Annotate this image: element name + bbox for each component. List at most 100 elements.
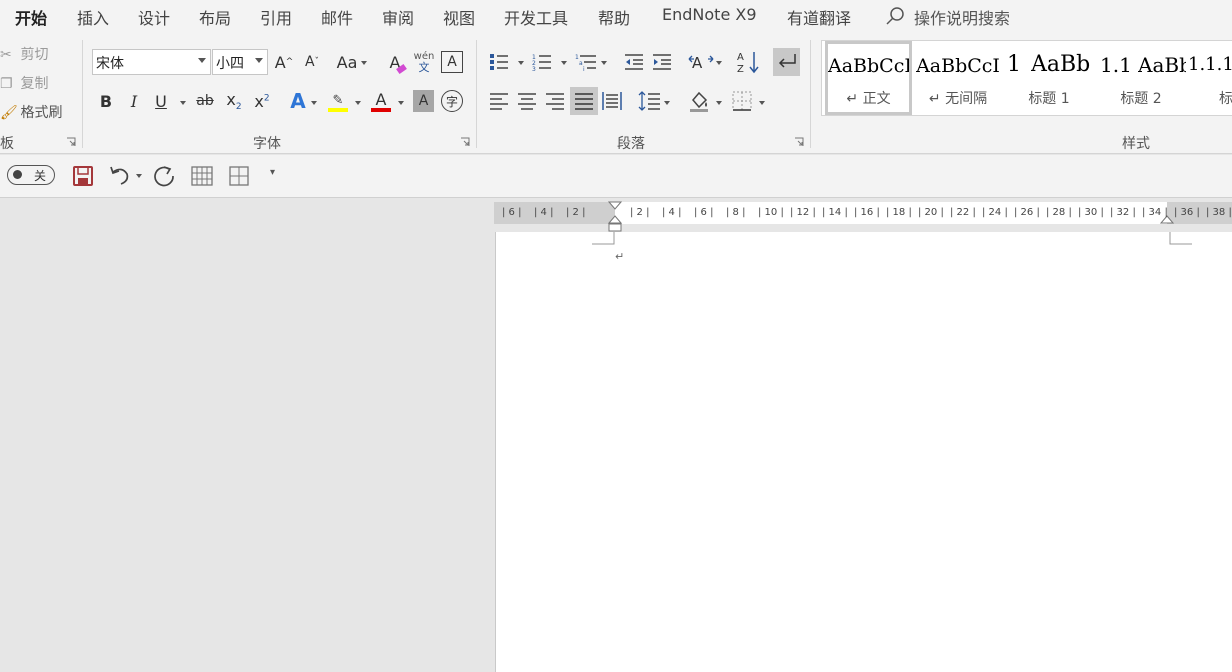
chevron-down-icon[interactable] <box>518 61 524 65</box>
customize-toolbar-icon[interactable]: ▾ <box>270 167 275 178</box>
style-heading-3[interactable]: 1.1.1 标题 <box>1188 41 1232 115</box>
superscript-button[interactable]: x2 <box>251 89 273 113</box>
tab-mailings[interactable]: 邮件 <box>321 5 353 29</box>
chevron-down-icon[interactable] <box>759 101 765 105</box>
style-heading-2[interactable]: 1.1 AaBb 标题 2 <box>1096 41 1186 115</box>
style-name: 标题 2 <box>1120 91 1162 107</box>
tell-me-search[interactable]: 操作说明搜索 <box>914 5 1010 29</box>
chevron-down-icon[interactable] <box>136 174 142 178</box>
change-case-icon: Aa <box>336 52 358 72</box>
font-size-combo[interactable]: 小四 <box>212 49 268 75</box>
undo-icon[interactable] <box>108 164 132 188</box>
clipboard-group-label: 板 <box>0 136 14 152</box>
first-line-indent-marker[interactable] <box>608 201 622 212</box>
chevron-down-icon[interactable] <box>398 101 404 105</box>
font-name-combo[interactable]: 宋体 <box>92 49 211 75</box>
tab-endnote[interactable]: EndNote X9 <box>662 5 757 24</box>
table-layout-icon[interactable] <box>227 164 251 188</box>
style-no-spacing[interactable]: AaBbCcI ↵ 无间隔 <box>914 41 1002 115</box>
chevron-down-icon[interactable] <box>601 61 607 65</box>
enclose-characters-button[interactable]: 字 <box>441 90 463 112</box>
svg-text:i: i <box>583 66 585 73</box>
subscript-button[interactable]: x2 <box>223 89 245 113</box>
sort-icon[interactable]: AZ <box>736 49 760 75</box>
character-border-button[interactable]: A <box>441 51 463 73</box>
redo-icon[interactable] <box>152 164 178 190</box>
chevron-down-icon[interactable] <box>311 101 317 105</box>
underline-button[interactable]: U <box>151 89 171 113</box>
group-separator <box>476 40 477 148</box>
hanging-indent-marker[interactable] <box>608 214 622 232</box>
paragraph-shading-icon[interactable] <box>687 88 713 114</box>
save-icon[interactable] <box>71 164 95 188</box>
italic-button[interactable]: I <box>124 89 144 113</box>
line-spacing-icon[interactable] <box>638 89 662 113</box>
shrink-font-button[interactable]: Aˇ <box>301 50 323 74</box>
numbering-icon[interactable]: 123 <box>531 50 553 74</box>
ruler-tick-label: | 4 | <box>662 207 682 218</box>
chevron-down-icon[interactable] <box>361 61 367 65</box>
bullets-icon[interactable] <box>488 50 510 74</box>
clear-formatting-button[interactable]: A <box>383 50 407 75</box>
tab-design[interactable]: 设计 <box>138 5 170 29</box>
style-normal[interactable]: AaBbCcI ↵ 正文 <box>825 41 912 115</box>
ruler-tick-label: | 2 | <box>630 207 650 218</box>
tab-help[interactable]: 帮助 <box>598 5 630 29</box>
tab-developer[interactable]: 开发工具 <box>504 5 568 29</box>
chevron-down-icon[interactable] <box>355 101 361 105</box>
text-effects-button[interactable]: A <box>287 88 309 114</box>
highlight-color-button[interactable]: ✎ <box>326 89 350 115</box>
borders-icon[interactable] <box>730 89 754 113</box>
ruler-tick-label: | 6 | <box>502 207 522 218</box>
margin-corner-top-left <box>592 232 615 245</box>
cut-label: 剪切 <box>20 47 49 63</box>
tab-view[interactable]: 视图 <box>443 5 475 29</box>
chevron-down-icon[interactable] <box>180 101 186 105</box>
tab-review[interactable]: 审阅 <box>382 5 414 29</box>
clipboard-launcher-icon[interactable] <box>66 137 76 147</box>
search-icon[interactable] <box>885 6 905 26</box>
tab-references[interactable]: 引用 <box>260 5 292 29</box>
toggle-knob <box>13 170 22 179</box>
format-painter-button[interactable]: 🖌 格式刷 <box>0 102 62 122</box>
increase-indent-icon[interactable] <box>651 50 673 74</box>
table-grid-icon[interactable] <box>190 164 214 188</box>
chevron-down-icon[interactable] <box>716 101 722 105</box>
copy-button[interactable]: ❐ 复制 <box>0 73 48 93</box>
style-heading-1[interactable]: 1 AaBb 标题 1 <box>1004 41 1094 115</box>
phonetic-guide-button[interactable]: wén 文 <box>413 48 435 76</box>
show-paragraph-marks-button[interactable] <box>773 48 800 76</box>
font-color-button[interactable]: A <box>369 88 393 116</box>
chevron-down-icon[interactable] <box>716 61 722 65</box>
style-preview: AaBbCcI <box>828 55 909 77</box>
tab-layout[interactable]: 布局 <box>199 5 231 29</box>
change-case-button[interactable]: Aa <box>335 50 359 74</box>
margin-corner-top-right <box>1169 232 1192 245</box>
align-right-icon[interactable] <box>544 89 566 113</box>
paragraph-launcher-icon[interactable] <box>794 137 804 147</box>
align-center-icon[interactable] <box>516 89 538 113</box>
cut-button[interactable]: ✂ 剪切 <box>0 44 48 64</box>
bold-button[interactable]: B <box>96 89 116 113</box>
chinese-layout-icon[interactable]: A <box>688 50 714 74</box>
document-page[interactable]: ↵ <box>495 232 1232 672</box>
justify-button[interactable] <box>570 87 598 115</box>
paintbrush-icon: 🖌 <box>0 105 18 121</box>
tab-youdao[interactable]: 有道翻译 <box>787 5 851 29</box>
style-preview: AaBbCcI <box>916 55 1000 77</box>
superscript-base: x <box>254 91 264 111</box>
horizontal-ruler[interactable]: | 6 | | 4 | | 2 | | 2 | | 4 | | 6 | | 8 | | 10 … <box>494 201 1232 232</box>
strikethrough-button[interactable]: ab <box>193 89 217 113</box>
character-shading-button[interactable]: A <box>413 90 434 112</box>
autosave-toggle[interactable]: 关 <box>7 165 55 185</box>
tab-insert[interactable]: 插入 <box>77 5 109 29</box>
chevron-down-icon[interactable] <box>664 101 670 105</box>
font-launcher-icon[interactable] <box>460 137 470 147</box>
chevron-down-icon[interactable] <box>561 61 567 65</box>
decrease-indent-icon[interactable] <box>623 50 645 74</box>
distributed-icon[interactable] <box>601 89 623 113</box>
grow-font-button[interactable]: A ^ <box>273 50 295 74</box>
align-left-icon[interactable] <box>488 89 510 113</box>
tab-home[interactable]: 开始 <box>15 5 48 35</box>
multilevel-list-icon[interactable]: 1ai <box>574 50 598 74</box>
